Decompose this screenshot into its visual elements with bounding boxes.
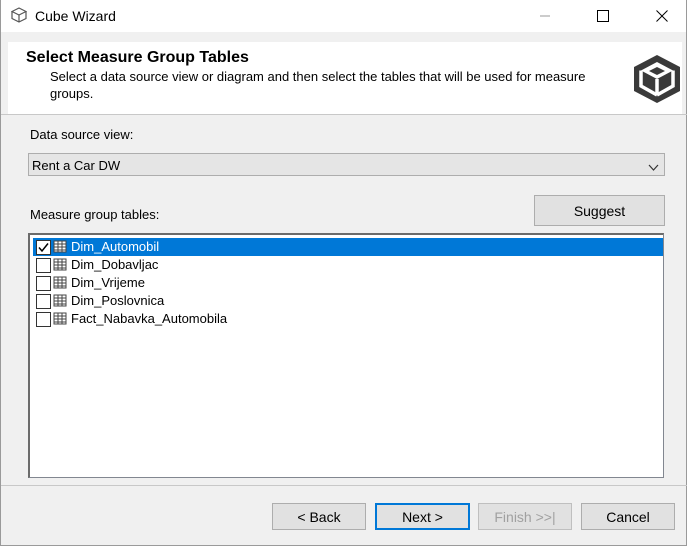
footer-divider (1, 485, 687, 486)
list-item-label: Dim_Vrijeme (71, 275, 145, 290)
checkbox-unchecked[interactable] (36, 258, 51, 273)
back-button[interactable]: < Back (272, 503, 366, 530)
maximize-button[interactable] (580, 0, 626, 31)
cube-wizard-window: Cube Wizard Select Measure Group Tables … (0, 0, 687, 546)
minimize-icon (540, 15, 550, 16)
list-item-label: Dim_Poslovnica (71, 293, 165, 308)
next-button[interactable]: Next > (375, 503, 470, 530)
list-item[interactable]: Fact_Nabavka_Automobila (33, 310, 663, 328)
measure-tables-list[interactable]: Dim_Automobil Dim_Dobavljac Dim_Vrijeme … (28, 233, 664, 478)
dsv-selected-value: Rent a Car DW (32, 158, 121, 173)
checkbox-unchecked[interactable] (36, 312, 51, 327)
page-description: Select a data source view or diagram and… (50, 69, 586, 101)
table-icon (53, 276, 68, 290)
title-bar[interactable]: Cube Wizard (1, 0, 686, 32)
maximize-icon (597, 9, 609, 22)
list-item-label: Dim_Automobil (71, 239, 160, 254)
dsv-combobox[interactable]: Rent a Car DW (28, 153, 665, 176)
table-icon (53, 294, 68, 308)
chevron-down-icon (648, 160, 659, 171)
list-item-label: Fact_Nabavka_Automobila (71, 311, 228, 326)
cancel-button[interactable]: Cancel (581, 503, 675, 530)
list-item[interactable]: Dim_Dobavljac (33, 256, 663, 274)
table-icon (53, 312, 68, 326)
checkbox-checked[interactable] (36, 240, 51, 255)
close-button[interactable] (639, 0, 685, 31)
table-icon (53, 240, 68, 254)
suggest-button[interactable]: Suggest (534, 195, 665, 226)
dsv-label: Data source view: (30, 127, 134, 142)
wizard-header: Select Measure Group Tables Select a dat… (8, 42, 682, 114)
minimize-button[interactable] (522, 0, 568, 31)
checkbox-unchecked[interactable] (36, 276, 51, 291)
list-item[interactable]: Dim_Poslovnica (33, 292, 663, 310)
page-title: Select Measure Group Tables (26, 49, 249, 66)
list-item-label: Dim_Dobavljac (71, 257, 159, 272)
cube-logo-icon (632, 53, 682, 105)
header-divider (1, 114, 687, 115)
window-title: Cube Wizard (35, 8, 116, 24)
close-icon (656, 9, 668, 22)
list-item[interactable]: Dim_Vrijeme (33, 274, 663, 292)
checkbox-unchecked[interactable] (36, 294, 51, 309)
measure-tables-label: Measure group tables: (30, 207, 160, 222)
table-icon (53, 258, 68, 272)
finish-button[interactable]: Finish >>| (478, 503, 572, 530)
list-item[interactable]: Dim_Automobil (33, 238, 663, 256)
cube-icon (10, 7, 28, 23)
